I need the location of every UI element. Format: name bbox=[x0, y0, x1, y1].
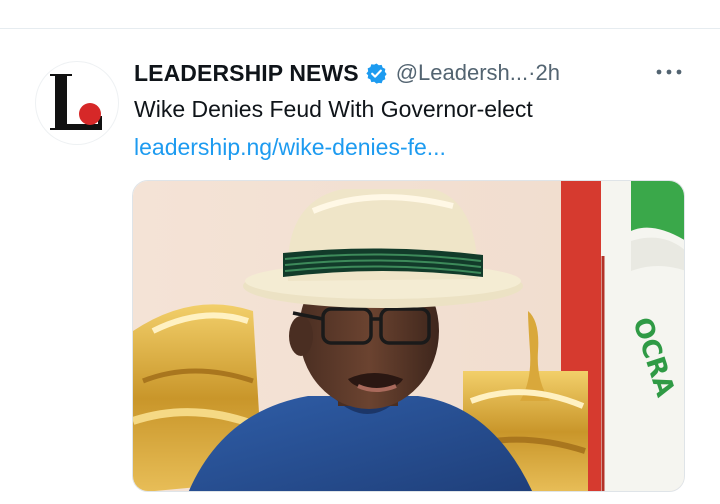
time-separator: · bbox=[528, 60, 536, 85]
author-handle[interactable]: @Leadersh... bbox=[396, 60, 528, 86]
tweet-time[interactable]: 2h bbox=[535, 60, 559, 86]
top-divider bbox=[0, 28, 720, 29]
avatar[interactable] bbox=[36, 62, 118, 144]
tweet-link[interactable]: leadership.ng/wike-denies-fe... bbox=[134, 134, 446, 161]
tweet-text: Wike Denies Feud With Governor-elect bbox=[134, 96, 533, 122]
verified-badge-icon bbox=[365, 62, 388, 85]
author-name[interactable]: LEADERSHIP NEWS bbox=[134, 60, 359, 87]
tweet-media-image[interactable]: OCRA bbox=[132, 180, 685, 492]
more-options-icon[interactable] bbox=[652, 60, 686, 84]
leadership-logo bbox=[50, 74, 102, 130]
tweet-header: LEADERSHIP NEWS @Leadersh... · 2h bbox=[134, 58, 560, 88]
